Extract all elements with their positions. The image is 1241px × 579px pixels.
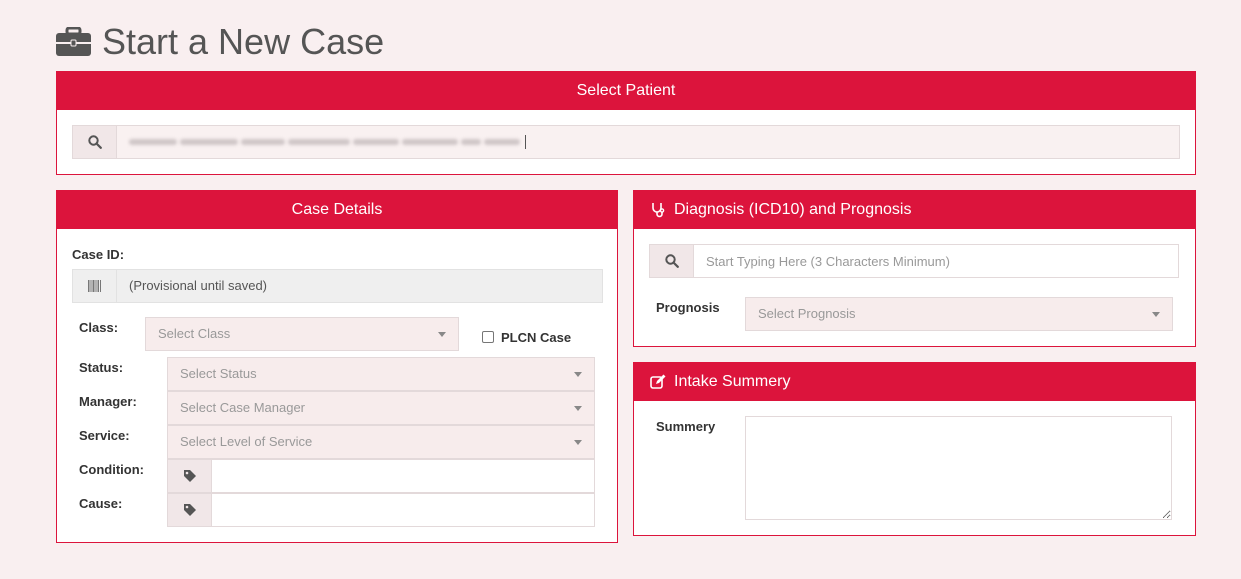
chevron-down-icon <box>574 372 582 377</box>
status-select[interactable]: Select Status <box>167 357 595 391</box>
summary-label: Summery <box>656 419 716 434</box>
prognosis-select[interactable]: Select Prognosis <box>745 297 1173 331</box>
intake-summary-panel: Intake Summery Summery <box>633 362 1196 536</box>
diagnosis-panel: Diagnosis (ICD10) and Prognosis Prognosi… <box>633 190 1196 347</box>
service-select-placeholder: Select Level of Service <box>180 434 313 449</box>
prognosis-select-placeholder: Select Prognosis <box>758 306 856 321</box>
manager-label: Manager: <box>79 394 137 409</box>
chevron-down-icon <box>438 332 446 337</box>
condition-label: Condition: <box>79 462 144 477</box>
select-patient-heading: Select Patient <box>57 72 1195 110</box>
case-id-group: (Provisional until saved) <box>72 269 603 303</box>
diagnosis-heading: Diagnosis (ICD10) and Prognosis <box>674 201 912 218</box>
text-cursor <box>525 135 526 149</box>
case-id-field: (Provisional until saved) <box>129 278 268 293</box>
manager-select-placeholder: Select Case Manager <box>180 400 306 415</box>
patient-search-input[interactable] <box>117 126 1179 158</box>
barcode-icon <box>73 270 117 302</box>
plcn-label: PLCN Case <box>501 330 572 345</box>
intake-heading: Intake Summery <box>674 373 791 390</box>
prognosis-label: Prognosis <box>656 300 720 315</box>
page-heading: Start a New Case <box>102 21 385 62</box>
class-label: Class: <box>79 320 119 335</box>
case-details-panel: Case Details Case ID: (Provisional until… <box>56 190 618 543</box>
service-select[interactable]: Select Level of Service <box>167 425 595 459</box>
page-title: Start a New Case <box>55 22 384 62</box>
stethoscope-icon <box>652 203 665 218</box>
status-label: Status: <box>79 360 124 375</box>
class-select[interactable]: Select Class <box>145 317 459 351</box>
select-patient-panel: Select Patient <box>56 71 1196 175</box>
briefcase-icon <box>56 27 91 56</box>
plcn-checkbox[interactable] <box>482 331 494 343</box>
case-details-heading: Case Details <box>57 191 617 229</box>
diagnosis-heading-bar: Diagnosis (ICD10) and Prognosis <box>634 191 1195 229</box>
cause-input[interactable] <box>212 494 594 526</box>
chevron-down-icon <box>1152 312 1160 317</box>
condition-group[interactable] <box>167 459 595 493</box>
chevron-down-icon <box>574 406 582 411</box>
cause-group[interactable] <box>167 493 595 527</box>
case-id-label: Case ID: <box>72 247 125 262</box>
manager-select[interactable]: Select Case Manager <box>167 391 595 425</box>
search-icon <box>73 126 117 158</box>
service-label: Service: <box>79 428 130 443</box>
status-select-placeholder: Select Status <box>180 366 257 381</box>
summary-textarea[interactable] <box>745 416 1172 520</box>
intake-heading-bar: Intake Summery <box>634 363 1195 401</box>
class-select-placeholder: Select Class <box>158 326 231 341</box>
diagnosis-search-group[interactable] <box>649 244 1179 278</box>
edit-icon <box>650 374 666 389</box>
chevron-down-icon <box>574 440 582 445</box>
diagnosis-search-input[interactable] <box>694 245 1178 277</box>
tag-icon <box>168 460 212 492</box>
cause-label: Cause: <box>79 496 123 511</box>
condition-input[interactable] <box>212 460 594 492</box>
patient-search-group[interactable] <box>72 125 1180 159</box>
tag-icon <box>168 494 212 526</box>
search-icon <box>650 245 694 277</box>
